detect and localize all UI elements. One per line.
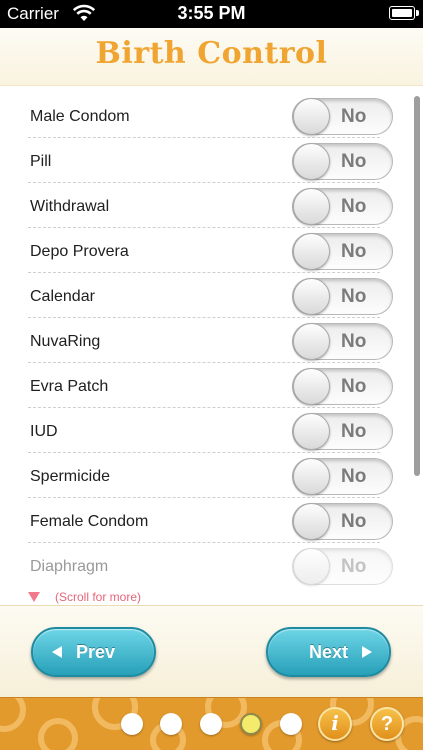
- down-arrow-icon: [28, 592, 40, 602]
- footer-bar: i ?: [0, 697, 423, 750]
- list-item-calendar: Calendar No: [28, 273, 393, 318]
- toggle-state: No: [341, 106, 367, 127]
- list-item-female-condom: Female Condom No: [28, 498, 393, 543]
- toggle-switch[interactable]: No: [292, 278, 393, 315]
- toggle-knob: [293, 548, 330, 585]
- toggle-knob: [293, 458, 330, 495]
- toggle-switch[interactable]: No: [292, 143, 393, 180]
- method-label: Calendar: [30, 288, 95, 305]
- method-label: Depo Provera: [30, 243, 129, 260]
- list-item-iud: IUD No: [28, 408, 393, 453]
- method-label: Diaphragm: [30, 558, 109, 575]
- method-label: Evra Patch: [30, 378, 109, 395]
- method-label: Withdrawal: [30, 198, 110, 215]
- help-icon[interactable]: ?: [370, 707, 404, 741]
- header: Birth Control: [0, 28, 423, 86]
- toggle-knob: [293, 278, 330, 315]
- toggle-state: No: [341, 556, 367, 577]
- next-label: Next: [309, 642, 349, 662]
- next-button[interactable]: Next: [266, 627, 391, 677]
- list-item-pill: Pill No: [28, 138, 393, 183]
- toggle-knob: [293, 323, 330, 360]
- toggle-switch[interactable]: No: [292, 503, 393, 540]
- toggle-state: No: [341, 331, 367, 352]
- list-item-evra-patch: Evra Patch No: [28, 363, 393, 408]
- page-dot-4-active[interactable]: [240, 713, 262, 735]
- toggle-state: No: [341, 241, 367, 262]
- toggle-knob: [293, 413, 330, 450]
- page-dot-1[interactable]: [121, 713, 143, 735]
- decorative-ring: [38, 718, 78, 750]
- toggle-knob: [293, 233, 330, 270]
- method-label: Male Condom: [30, 108, 130, 125]
- toggle-state: No: [341, 196, 367, 217]
- method-label: Pill: [30, 153, 52, 170]
- page-dot-5[interactable]: [280, 713, 302, 735]
- nav-bar: Prev Next: [0, 605, 423, 697]
- toggle-knob: [293, 503, 330, 540]
- toggle-switch[interactable]: No: [292, 98, 393, 135]
- toggle-switch[interactable]: No: [292, 323, 393, 360]
- toggle-state: No: [341, 151, 367, 172]
- right-arrow-icon: [362, 646, 372, 658]
- method-list[interactable]: Male Condom No Pill No Withdrawal No Dep…: [0, 90, 423, 605]
- method-label: Female Condom: [30, 513, 149, 530]
- method-label: NuvaRing: [30, 333, 101, 350]
- list-item-depo-provera: Depo Provera No: [28, 228, 393, 273]
- page-dot-3[interactable]: [200, 713, 222, 735]
- toggle-state: No: [341, 511, 367, 532]
- list-item-withdrawal: Withdrawal No: [28, 183, 393, 228]
- method-label: IUD: [30, 423, 58, 440]
- page-title: Birth Control: [95, 36, 328, 71]
- toggle-knob: [293, 98, 330, 135]
- scroll-hint-text: (Scroll for more): [55, 590, 142, 604]
- list-item-male-condom: Male Condom No: [28, 93, 393, 138]
- prev-label: Prev: [76, 642, 116, 662]
- battery-icon: [389, 6, 419, 20]
- info-icon[interactable]: i: [318, 707, 352, 741]
- prev-button[interactable]: Prev: [31, 627, 156, 677]
- method-label: Spermicide: [30, 468, 111, 485]
- toggle-switch[interactable]: No: [292, 233, 393, 270]
- toggle-switch[interactable]: No: [292, 458, 393, 495]
- clock: 3:55 PM: [177, 3, 246, 23]
- toggle-switch[interactable]: No: [292, 368, 393, 405]
- status-bar: Carrier 3:55 PM: [0, 0, 423, 28]
- list-item-nuvaring: NuvaRing No: [28, 318, 393, 363]
- toggle-switch[interactable]: No: [292, 188, 393, 225]
- toggle-switch[interactable]: No: [292, 413, 393, 450]
- toggle-state: No: [341, 286, 367, 307]
- toggle-switch[interactable]: No: [292, 548, 393, 585]
- list-item-spermicide: Spermicide No: [28, 453, 393, 498]
- page-dot-2[interactable]: [160, 713, 182, 735]
- toggle-state: No: [341, 466, 367, 487]
- toggle-knob: [293, 143, 330, 180]
- toggle-state: No: [341, 421, 367, 442]
- scrollbar[interactable]: [414, 96, 420, 476]
- toggle-knob: [293, 368, 330, 405]
- toggle-knob: [293, 188, 330, 225]
- toggle-state: No: [341, 376, 367, 397]
- list-item-diaphragm: Diaphragm No: [28, 543, 393, 588]
- left-arrow-icon: [52, 646, 62, 658]
- decorative-ring: [0, 698, 26, 732]
